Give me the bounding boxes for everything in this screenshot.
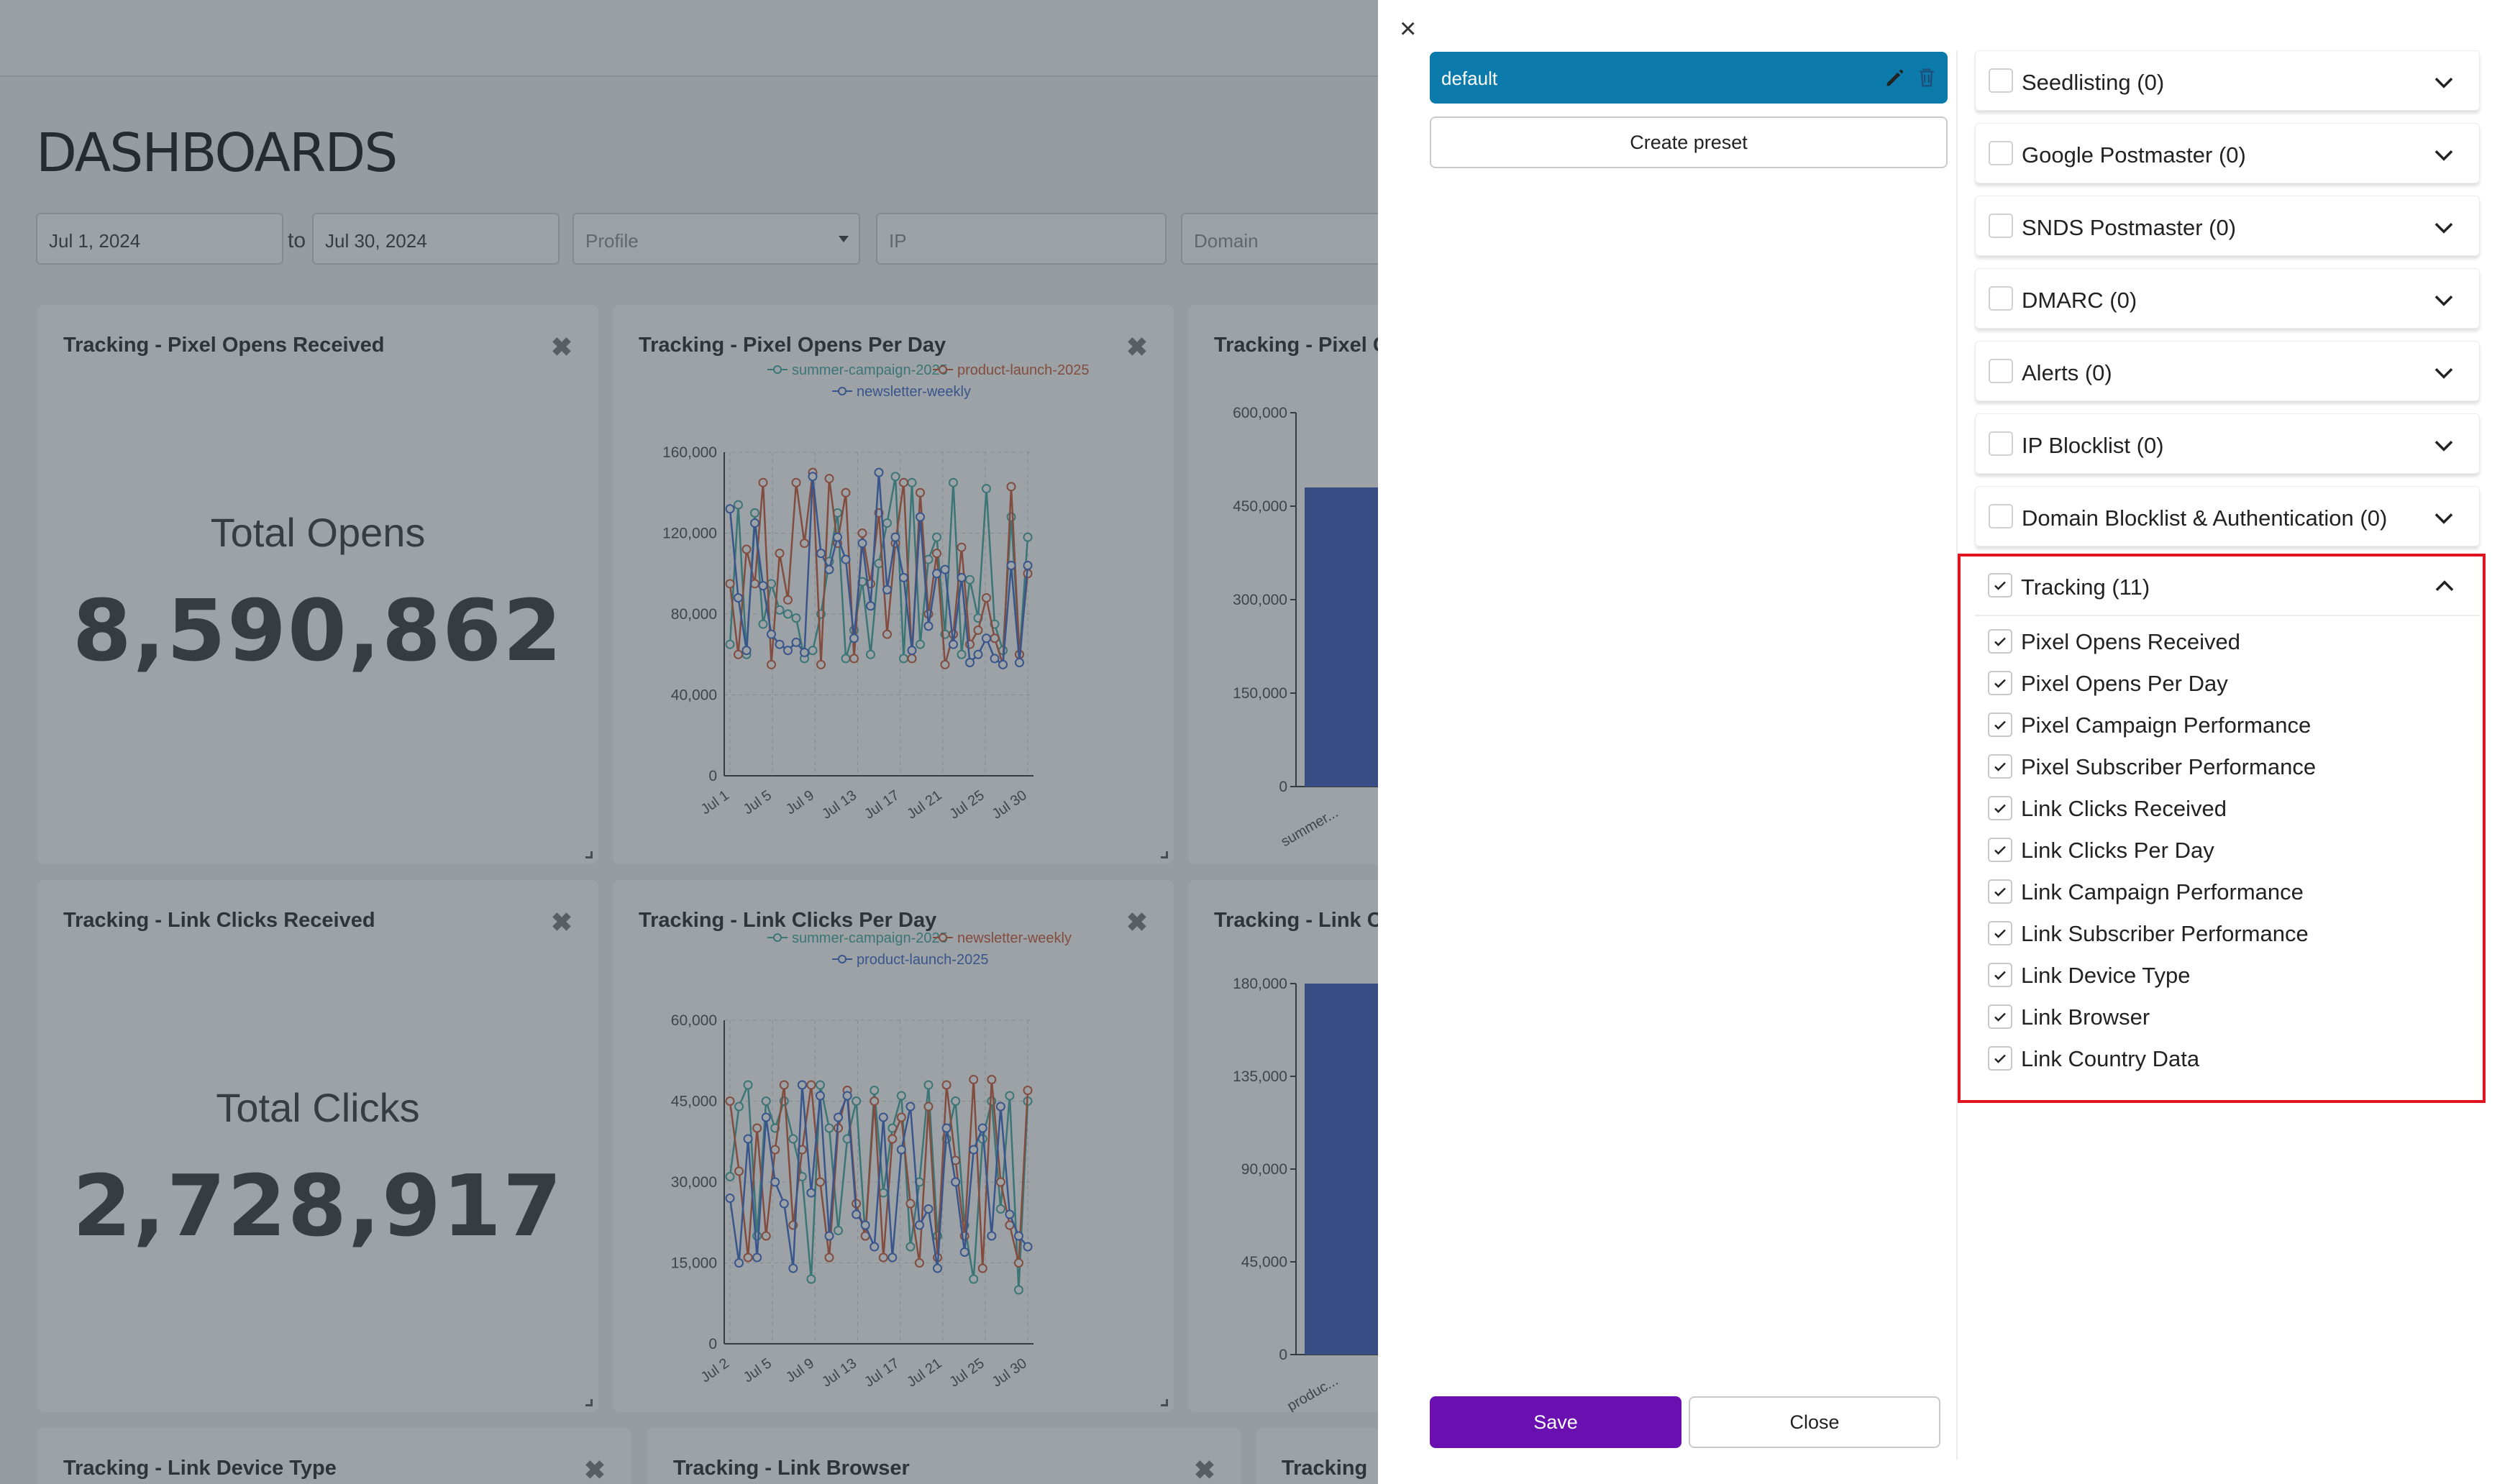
- chevron-down-icon[interactable]: [2430, 504, 2457, 531]
- accordion-section[interactable]: IP Blocklist (0): [1975, 413, 2480, 474]
- close-button[interactable]: Close: [1689, 1396, 1940, 1448]
- chevron-down-icon[interactable]: [2430, 214, 2457, 241]
- section-checkbox[interactable]: [1989, 141, 2013, 165]
- chevron-down-icon[interactable]: [2430, 359, 2457, 386]
- tracking-highlight-box: [1958, 554, 2486, 1103]
- trash-icon[interactable]: [1915, 65, 1939, 91]
- pencil-icon[interactable]: [1883, 65, 1907, 91]
- modal-backdrop[interactable]: [0, 0, 1378, 1484]
- section-checkbox[interactable]: [1989, 359, 2013, 383]
- preset-name: default: [1441, 68, 1498, 89]
- accordion-section[interactable]: Domain Blocklist & Authentication (0): [1975, 486, 2480, 546]
- accordion-section[interactable]: Google Postmaster (0): [1975, 123, 2480, 183]
- section-label: IP Blocklist (0): [2022, 433, 2164, 458]
- accordion-section[interactable]: SNDS Postmaster (0): [1975, 196, 2480, 256]
- chevron-down-icon[interactable]: [2430, 68, 2457, 96]
- section-label: Seedlisting (0): [2022, 70, 2165, 95]
- create-preset-button[interactable]: Create preset: [1430, 116, 1948, 168]
- section-label: Google Postmaster (0): [2022, 142, 2246, 168]
- chevron-down-icon[interactable]: [2430, 431, 2457, 459]
- section-checkbox[interactable]: [1989, 214, 2013, 238]
- accordion-section[interactable]: DMARC (0): [1975, 268, 2480, 329]
- section-label: DMARC (0): [2022, 288, 2137, 313]
- section-checkbox[interactable]: [1989, 286, 2013, 311]
- chevron-down-icon[interactable]: [2430, 286, 2457, 313]
- accordion-section[interactable]: Alerts (0): [1975, 341, 2480, 401]
- preset-default[interactable]: default: [1430, 52, 1948, 104]
- section-label: SNDS Postmaster (0): [2022, 215, 2237, 240]
- save-button[interactable]: Save: [1430, 1396, 1681, 1448]
- section-label: Domain Blocklist & Authentication (0): [2022, 505, 2388, 531]
- section-checkbox[interactable]: [1989, 431, 2013, 456]
- section-checkbox[interactable]: [1989, 504, 2013, 528]
- section-checkbox[interactable]: [1989, 68, 2013, 93]
- accordion-section[interactable]: Seedlisting (0): [1975, 50, 2480, 111]
- section-label: Alerts (0): [2022, 360, 2112, 385]
- close-icon[interactable]: ×: [1400, 14, 1428, 43]
- chevron-down-icon[interactable]: [2430, 141, 2457, 168]
